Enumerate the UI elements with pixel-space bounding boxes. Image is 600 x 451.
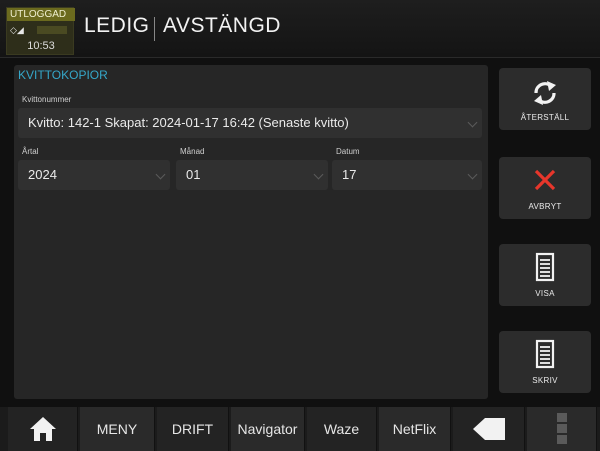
year-select[interactable]: 2024: [18, 160, 170, 190]
more-button[interactable]: [527, 407, 597, 451]
logged-out-label: UTLOGGAD: [7, 8, 75, 21]
chevron-down-icon: [313, 169, 324, 180]
menu-button[interactable]: MENY: [80, 407, 155, 451]
netflix-button[interactable]: NetFlix: [379, 407, 451, 451]
month-value: 01: [186, 167, 201, 182]
clock: 10:53: [27, 40, 55, 52]
refresh-icon: [499, 76, 591, 115]
print-label: SKRIV: [532, 376, 558, 385]
back-arrow-icon: [472, 418, 505, 440]
reset-label: ÅTERSTÄLL: [520, 113, 570, 122]
show-button[interactable]: VISA: [499, 244, 591, 306]
signal-strength-bar: [37, 26, 67, 34]
receipt-icon: [499, 252, 591, 291]
month-select[interactable]: 01: [176, 160, 328, 190]
navigator-button[interactable]: Navigator: [231, 407, 305, 451]
receipt-copies-panel: KVITTOKOPIOR Kvittonummer Kvitto: 142-1 …: [14, 65, 488, 399]
receipt-number-select[interactable]: Kvitto: 142-1 Skapat: 2024-01-17 16:42 (…: [18, 108, 482, 138]
chevron-down-icon: [467, 169, 478, 180]
close-icon: [499, 165, 591, 204]
back-button[interactable]: [453, 407, 525, 451]
chevron-down-icon: [155, 169, 166, 180]
drift-button[interactable]: DRIFT: [157, 407, 229, 451]
reset-button[interactable]: ÅTERSTÄLL: [499, 68, 591, 130]
day-select[interactable]: 17: [332, 160, 482, 190]
home-button[interactable]: [8, 407, 78, 451]
status-indicator: UTLOGGAD ◇◢ 10:53: [6, 7, 75, 55]
print-button[interactable]: SKRIV: [499, 331, 591, 393]
header-divider: [154, 17, 155, 41]
state-label-ledig: LEDIG: [84, 14, 150, 37]
panel-title: KVITTOKOPIOR: [18, 68, 108, 82]
header-bar: UTLOGGAD ◇◢ 10:53 LEDIG AVSTÄNGD: [0, 0, 600, 58]
year-value: 2024: [28, 167, 57, 182]
show-label: VISA: [535, 289, 555, 298]
receipt-icon: [499, 339, 591, 378]
day-value: 17: [342, 167, 357, 182]
receipt-number-label: Kvittonummer: [22, 95, 72, 104]
more-icon: [556, 413, 567, 444]
year-label: Årtal: [22, 147, 39, 156]
home-icon: [29, 417, 56, 441]
month-label: Månad: [180, 147, 205, 156]
receipt-number-value: Kvitto: 142-1 Skapat: 2024-01-17 16:42 (…: [28, 115, 349, 130]
state-label-avstangd: AVSTÄNGD: [163, 14, 281, 37]
signal-icon: ◇◢: [10, 25, 24, 35]
cancel-label: AVBRYT: [528, 202, 562, 211]
bottom-nav: MENY DRIFT Navigator Waze NetFlix: [0, 407, 600, 451]
waze-button[interactable]: Waze: [307, 407, 377, 451]
cancel-button[interactable]: AVBRYT: [499, 157, 591, 219]
day-label: Datum: [336, 147, 360, 156]
chevron-down-icon: [467, 117, 478, 128]
